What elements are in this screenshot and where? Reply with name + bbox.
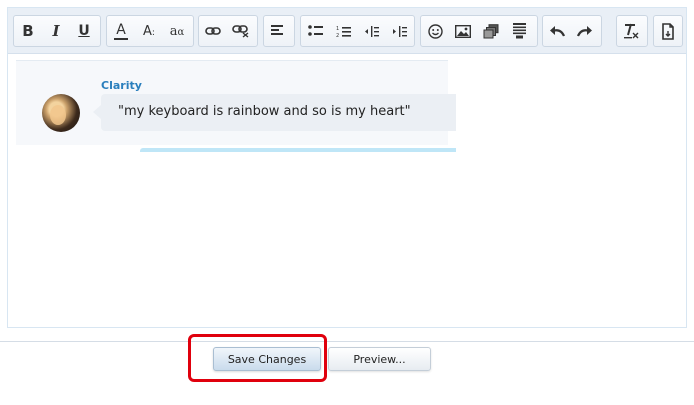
toolbar-group-font: A A: aα [106, 15, 194, 47]
link-icon [205, 27, 221, 35]
preview-button[interactable]: Preview... [328, 347, 431, 371]
message-bubble: "my keyboard is rainbow and so is my hea… [93, 94, 456, 131]
text-color-bar [114, 37, 128, 40]
bulleted-list-icon [307, 25, 323, 36]
numbered-list-button[interactable]: 12 [329, 16, 357, 46]
toolbar-group-alignment [263, 15, 295, 47]
svg-text:1: 1 [336, 26, 339, 32]
message-accent-line [140, 148, 456, 152]
toolbar-group-text-style: B I U [13, 15, 101, 47]
unlink-button[interactable] [227, 16, 255, 46]
font-family-letter: a [169, 23, 178, 39]
undo-icon [550, 26, 565, 37]
save-changes-label: Save Changes [227, 352, 307, 366]
italic-button[interactable]: I [42, 16, 70, 46]
image-icon [455, 24, 471, 38]
toggle-bbcode-icon [662, 22, 674, 40]
link-button[interactable] [199, 16, 227, 46]
message-username[interactable]: Clarity [101, 79, 142, 92]
text-color-icon: A [114, 23, 128, 40]
bold-button[interactable]: B [14, 16, 42, 46]
remove-formatting-icon [624, 23, 639, 39]
text-color-letter: A [116, 21, 126, 38]
bold-icon: B [22, 22, 34, 40]
media-icon [483, 23, 499, 38]
toolbar-group-insert [420, 15, 538, 47]
undo-button[interactable] [543, 16, 571, 46]
toolbar-group-history [542, 15, 602, 47]
toolbar-group-options [653, 15, 683, 47]
message-text: "my keyboard is rainbow and so is my hea… [118, 104, 411, 119]
smiley-icon [427, 23, 443, 39]
toolbar-group-links [198, 15, 258, 47]
align-left-button[interactable] [264, 16, 292, 46]
italic-icon: I [52, 22, 60, 40]
outdent-icon [364, 25, 379, 37]
underline-button[interactable]: U [70, 16, 98, 46]
toolbar-group-lists: 12 [300, 15, 415, 47]
code-block-button[interactable] [505, 16, 533, 46]
redo-button[interactable] [571, 16, 599, 46]
font-family-icon: aα [170, 24, 185, 39]
unlink-icon [232, 25, 249, 38]
toggle-bbcode-button[interactable] [654, 16, 682, 46]
preview-label: Preview... [353, 352, 406, 366]
image-button[interactable] [449, 16, 477, 46]
user-avatar-icon[interactable] [42, 94, 80, 132]
indent-icon [392, 25, 407, 37]
remove-formatting-button[interactable] [617, 16, 645, 46]
indent-button[interactable] [385, 16, 413, 46]
font-size-dots: : [151, 27, 155, 38]
svg-text:2: 2 [336, 33, 339, 38]
message-editor[interactable]: B I U A A: aα 1 2 Clarity "my keyboard i… [7, 7, 687, 328]
text-color-button[interactable]: A [107, 16, 135, 46]
align-left-icon [271, 25, 283, 35]
underline-icon: U [78, 23, 90, 39]
code-block-icon [512, 23, 526, 39]
font-size-icon: A: [143, 24, 155, 39]
outdent-button[interactable] [357, 16, 385, 46]
smiley-button[interactable] [421, 16, 449, 46]
font-size-letter: A [143, 23, 152, 39]
save-changes-button[interactable]: Save Changes [213, 347, 321, 371]
editor-toolbar: B I U A A: aα 1 2 [8, 8, 686, 54]
media-button[interactable] [477, 16, 505, 46]
redo-icon [577, 26, 592, 37]
toolbar-group-format [616, 15, 648, 47]
editor-content[interactable]: Clarity "my keyboard is rainbow and so i… [8, 54, 686, 327]
bulleted-list-button[interactable] [301, 16, 329, 46]
font-family-sub: α [177, 26, 185, 38]
font-size-button[interactable]: A: [135, 16, 163, 46]
font-family-button[interactable]: aα [163, 16, 191, 46]
quoted-message: Clarity "my keyboard is rainbow and so i… [16, 60, 456, 152]
numbered-list-icon: 12 [336, 26, 351, 38]
